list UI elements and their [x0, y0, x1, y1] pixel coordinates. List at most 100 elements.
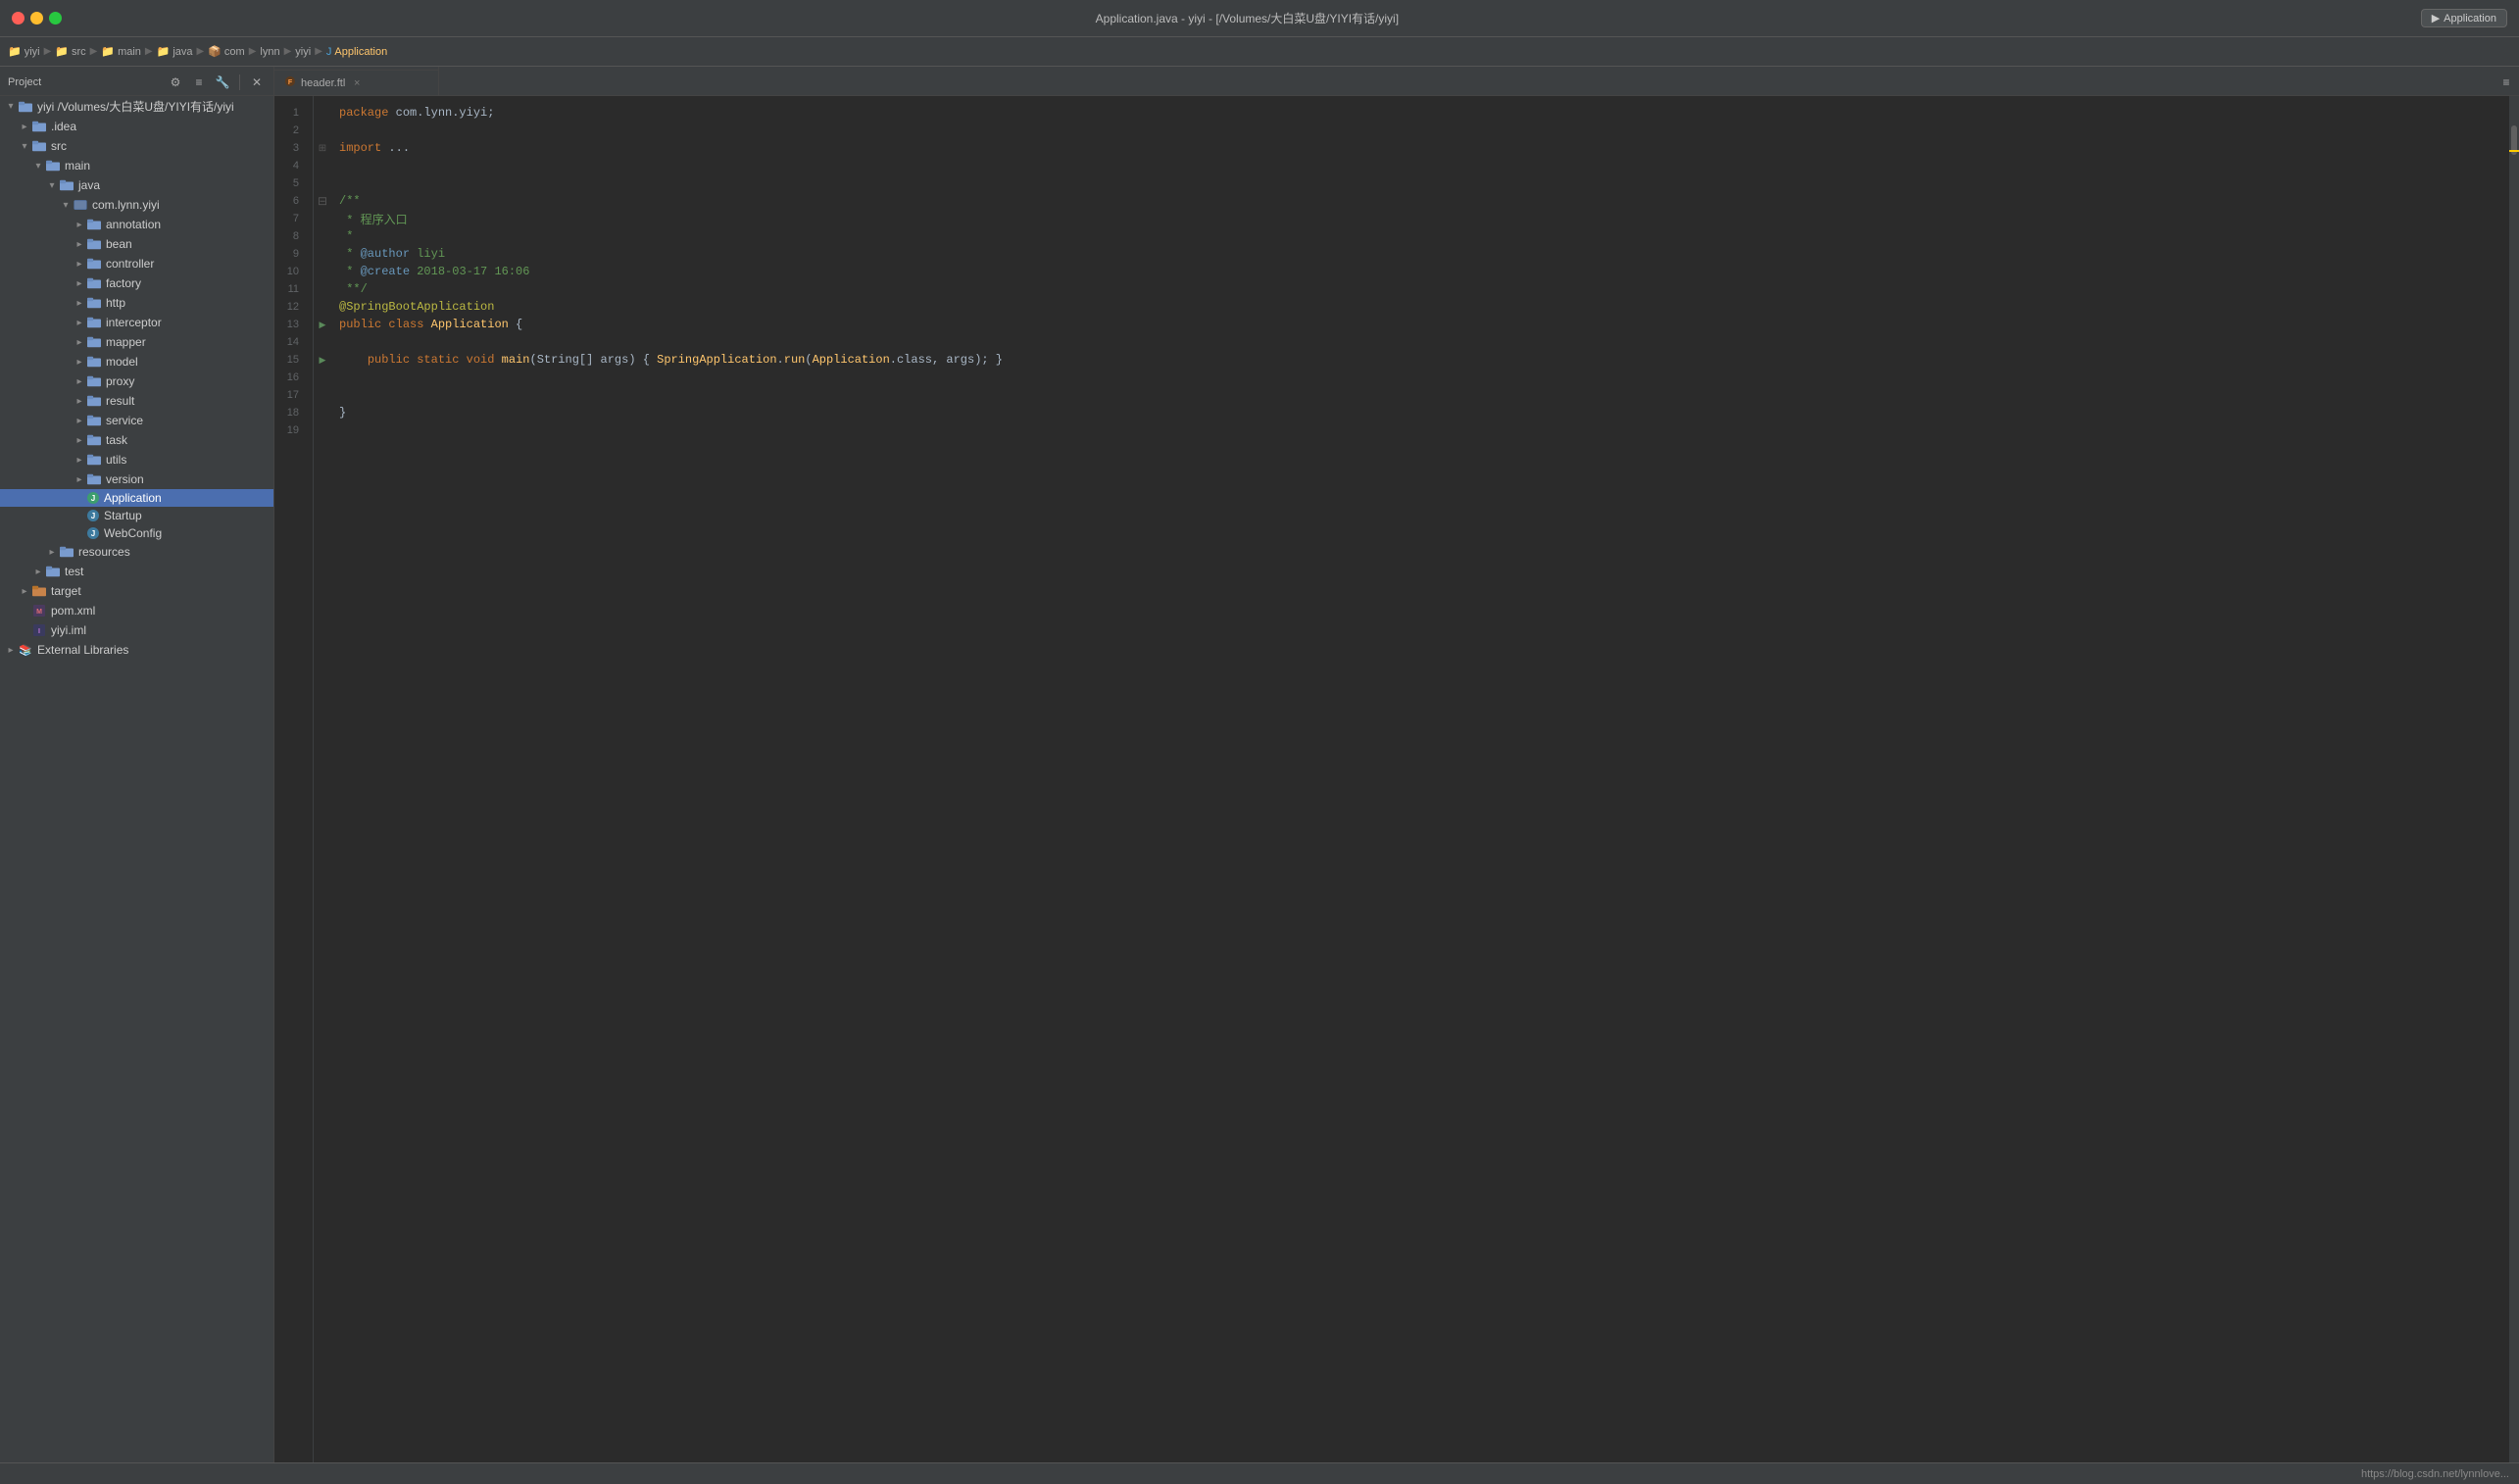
tree-item-yiyi-iml[interactable]: Iyiyi.iml [0, 620, 273, 640]
toolbar-separator [239, 74, 240, 90]
tree-label: Application [104, 491, 162, 505]
gutter-item [314, 245, 331, 263]
line-numbers: 12345678910111213141516171819 [274, 96, 314, 1462]
tree-item-pom-xml[interactable]: Mpom.xml [0, 601, 273, 620]
tree-item-Application[interactable]: JApplication [0, 489, 273, 507]
folder-icon: 📁 [8, 45, 22, 58]
close-icon[interactable]: ✕ [248, 74, 266, 91]
tree-item-test[interactable]: ▸test [0, 562, 273, 581]
tab-label: header.ftl [301, 77, 345, 89]
folder-icon [59, 544, 74, 560]
tree-item-External-Libraries[interactable]: ▸📚External Libraries [0, 640, 273, 660]
tree-arrow: ▸ [73, 318, 86, 328]
tree-label: result [106, 394, 134, 408]
tree-item-annotation[interactable]: ▸annotation [0, 215, 273, 234]
gutter-item[interactable]: ▶ [314, 351, 331, 369]
project-tree: Project ⚙ ≡ 🔧 ✕ ▾yiyi /Volumes/大白菜U盘/YIY… [0, 67, 274, 1462]
tree-item-interceptor[interactable]: ▸interceptor [0, 313, 273, 332]
tree-arrow: ▸ [31, 567, 45, 577]
tree-label: src [51, 139, 67, 153]
gutter-item [314, 386, 331, 404]
tree-label: version [106, 472, 144, 486]
tab-header-ftl[interactable]: Fheader.ftl × [274, 70, 439, 95]
tree-item--idea[interactable]: ▸.idea [0, 117, 273, 136]
project-label: Project [8, 76, 41, 88]
line-number: 14 [274, 333, 305, 351]
maximize-button[interactable] [49, 12, 62, 25]
editor-right: package com.lynn.yiyi; import ... /** * … [331, 96, 2509, 1462]
tree-item-proxy[interactable]: ▸proxy [0, 371, 273, 391]
folder-icon [86, 354, 102, 370]
package-icon: 📦 [208, 45, 222, 58]
folder-icon [86, 471, 102, 487]
folder-icon [86, 295, 102, 311]
folder-icon: 📁 [55, 45, 69, 58]
folder-icon [86, 236, 102, 252]
tree-item-factory[interactable]: ▸factory [0, 273, 273, 293]
tree-item-service[interactable]: ▸service [0, 411, 273, 430]
titlebar: Application.java - yiyi - [/Volumes/大白菜U… [0, 0, 2519, 37]
tree-item-resources[interactable]: ▸resources [0, 542, 273, 562]
tree-item-src[interactable]: ▾src [0, 136, 273, 156]
folder-icon [31, 119, 47, 134]
scrollbar[interactable] [2509, 96, 2519, 1462]
code-line: * 程序入口 [339, 210, 2501, 227]
gutter-item[interactable]: ▶ [314, 316, 331, 333]
gear-icon[interactable]: 🔧 [214, 74, 231, 91]
code-editor[interactable]: package com.lynn.yiyi; import ... /** * … [331, 96, 2509, 1462]
tree-item-task[interactable]: ▸task [0, 430, 273, 450]
breadcrumb-separator: ▶ [44, 46, 52, 57]
gutter-item[interactable]: ⊟ [314, 192, 331, 210]
run-button[interactable]: ▶ Application [2421, 9, 2507, 27]
tree-item-main[interactable]: ▾main [0, 156, 273, 175]
tree-item-http[interactable]: ▸http [0, 293, 273, 313]
line-number: 1 [274, 104, 305, 122]
tree-label: com.lynn.yiyi [92, 198, 160, 212]
tree-item-yiyi--Volumes----U--YIYI---yiyi[interactable]: ▾yiyi /Volumes/大白菜U盘/YIYI有话/yiyi [0, 96, 273, 117]
code-line [339, 421, 2501, 439]
tab-file-icon: F [284, 75, 296, 90]
breadcrumb-item-main[interactable]: 📁 main [101, 45, 141, 58]
tree-item-target[interactable]: ▸target [0, 581, 273, 601]
settings-icon[interactable]: ⚙ [167, 74, 184, 91]
tree-item-model[interactable]: ▸model [0, 352, 273, 371]
line-number: 3 [274, 139, 305, 157]
breadcrumb-item-src[interactable]: 📁 src [55, 45, 85, 58]
tree-item-utils[interactable]: ▸utils [0, 450, 273, 470]
tree-item-java[interactable]: ▾java [0, 175, 273, 195]
tree-item-controller[interactable]: ▸controller [0, 254, 273, 273]
gutter-item [314, 404, 331, 421]
breadcrumb-item-yiyi[interactable]: 📁 yiyi [8, 45, 40, 58]
window-controls [12, 12, 62, 25]
tree-label: WebConfig [104, 526, 162, 540]
folder-icon [86, 393, 102, 409]
tree-item-com-lynn-yiyi[interactable]: ▾com.lynn.yiyi [0, 195, 273, 215]
tab-close-icon[interactable]: × [350, 76, 364, 90]
menu-icon[interactable]: ≡ [190, 74, 208, 91]
tree-arrow: ▸ [18, 586, 31, 597]
breadcrumb-item-application[interactable]: J Application [326, 46, 387, 58]
code-line: } [339, 404, 2501, 421]
tree-item-WebConfig[interactable]: JWebConfig [0, 524, 273, 542]
close-button[interactable] [12, 12, 25, 25]
gutter-item [314, 280, 331, 298]
tree-item-mapper[interactable]: ▸mapper [0, 332, 273, 352]
folder-icon [45, 158, 61, 173]
code-line: * [339, 227, 2501, 245]
tree-item-version[interactable]: ▸version [0, 470, 273, 489]
tree-item-Startup[interactable]: JStartup [0, 507, 273, 524]
tree-label: http [106, 296, 125, 310]
breadcrumb-item-java[interactable]: 📁 java [157, 45, 193, 58]
tree-item-result[interactable]: ▸result [0, 391, 273, 411]
breadcrumb-separator: ▶ [284, 46, 292, 57]
gutter-item[interactable]: ⊞ [314, 139, 331, 157]
project-toolbar: Project ⚙ ≡ 🔧 ✕ [0, 69, 273, 96]
line-number: 2 [274, 122, 305, 139]
code-line: /** [339, 192, 2501, 210]
tree-item-bean[interactable]: ▸bean [0, 234, 273, 254]
breadcrumb-item-lynn[interactable]: lynn [260, 46, 279, 58]
breadcrumb-item-yiyi2[interactable]: yiyi [295, 46, 311, 58]
breadcrumb-item-com[interactable]: 📦 com [208, 45, 244, 58]
tabs-overflow-icon[interactable]: ≡ [2497, 70, 2515, 95]
minimize-button[interactable] [30, 12, 43, 25]
